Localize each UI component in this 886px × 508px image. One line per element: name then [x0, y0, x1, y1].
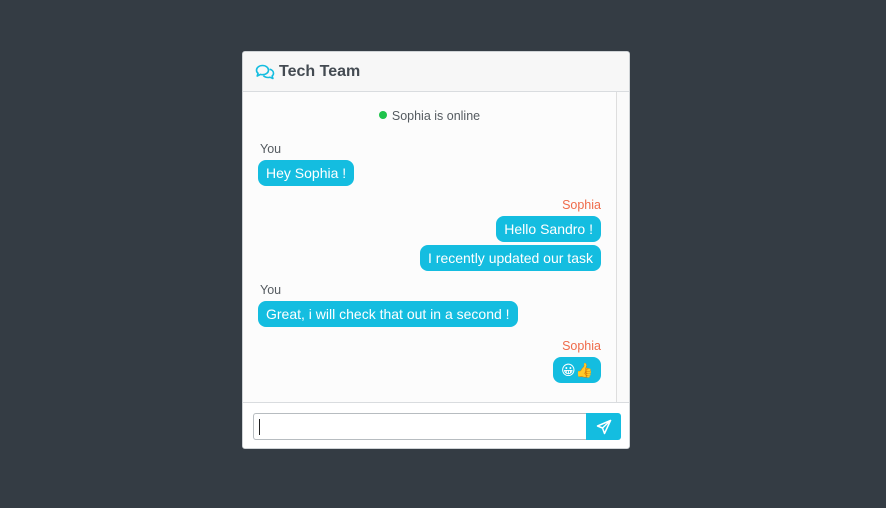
message-list[interactable]: Sophia is online You Hey Sophia ! Sophia…	[243, 92, 616, 402]
message-input[interactable]	[253, 413, 587, 440]
message-bubble: Hey Sophia !	[258, 160, 355, 186]
message-bubble: 😀👍	[552, 357, 601, 383]
online-status: Sophia is online	[243, 109, 616, 123]
online-status-text: Sophia is online	[391, 109, 481, 123]
send-button[interactable]	[586, 413, 621, 440]
chat-bubbles-icon	[255, 64, 275, 80]
composer	[243, 402, 629, 448]
paper-plane-icon	[596, 419, 612, 435]
message-bubble: I recently updated our task	[420, 245, 601, 271]
chat-header: Tech Team	[243, 52, 629, 92]
message-bubble: Great, i will check that out in a second…	[258, 301, 518, 327]
chat-window: Tech Team Sophia is online You Hey Sophi…	[242, 51, 630, 449]
message-sender: Sophia	[562, 198, 601, 212]
message-list-scrollbar[interactable]	[616, 92, 629, 402]
online-indicator	[378, 111, 387, 119]
message-sender: You	[260, 283, 282, 297]
chat-title: Tech Team	[279, 62, 361, 80]
message-sender: Sophia	[562, 339, 601, 353]
message-sender: You	[260, 142, 282, 156]
text-cursor	[259, 419, 260, 435]
message-bubble: Hello Sandro !	[496, 216, 601, 242]
